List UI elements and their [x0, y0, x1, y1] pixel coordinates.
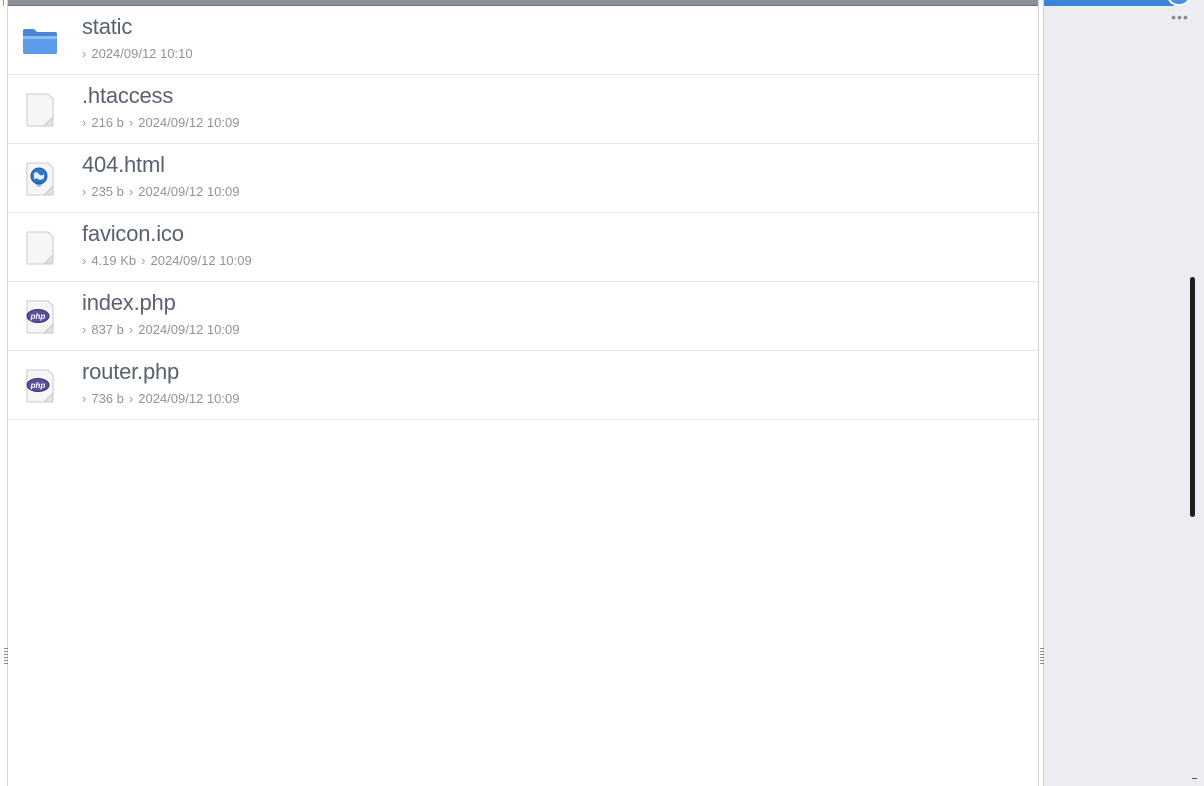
- chevron-right-icon: ›: [82, 253, 87, 268]
- chevron-right-icon: ›: [128, 391, 134, 406]
- right-panel-accent-bar: [1044, 0, 1174, 6]
- php-file-icon: php: [22, 368, 58, 404]
- file-name: .htaccess: [82, 83, 174, 108]
- file-modified-date: 2024/09/12 10:09: [138, 184, 240, 199]
- file-name: favicon.ico: [82, 221, 184, 246]
- file-list-panel: static › 2024/09/12 10:10 .htaccess › 216 b › 2…: [8, 0, 1039, 786]
- resize-corner: [1192, 778, 1197, 779]
- file-meta: › 736 b › 2024/09/12 10:09: [82, 391, 239, 406]
- file-size: 837 b: [91, 322, 124, 337]
- file-row[interactable]: php index.php › 837 b › 2024/09/12 10:09: [8, 282, 1038, 351]
- file-meta: › 235 b › 2024/09/12 10:09: [82, 184, 239, 199]
- file-meta: › 2024/09/12 10:10: [82, 46, 193, 61]
- file-modified-date: 2024/09/12 10:10: [91, 46, 193, 61]
- file-row[interactable]: php router.php › 736 b › 2024/09/12 10:09: [8, 351, 1038, 420]
- file-name: router.php: [82, 359, 180, 384]
- file-meta: › 837 b › 2024/09/12 10:09: [82, 322, 239, 337]
- file-size: 736 b: [91, 391, 124, 406]
- file-meta: › 216 b › 2024/09/12 10:09: [82, 115, 239, 130]
- file-row[interactable]: 404.html › 235 b › 2024/09/12 10:09: [8, 144, 1038, 213]
- file-manager-window: static › 2024/09/12 10:10 .htaccess › 216 b › 2…: [0, 0, 1204, 786]
- file-name: 404.html: [82, 152, 165, 177]
- chevron-right-icon: ›: [128, 115, 134, 130]
- file-modified-date: 2024/09/12 10:09: [138, 322, 240, 337]
- file-size: 216 b: [91, 115, 124, 130]
- left-collapsed-panel: [0, 0, 8, 786]
- chevron-right-icon: ›: [82, 391, 87, 406]
- scrollbar-thumb[interactable]: [1190, 277, 1195, 517]
- html-file-icon: [22, 161, 58, 197]
- blank-file-icon: [22, 92, 58, 128]
- file-name: index.php: [82, 290, 176, 315]
- svg-text:php: php: [30, 381, 46, 390]
- folder-icon: [22, 23, 58, 59]
- left-panel-tick: [3, 0, 4, 6]
- file-size: 4.19 Kb: [91, 253, 137, 268]
- file-meta: › 4.19 Kb › 2024/09/12 10:09: [82, 253, 252, 268]
- svg-text:php: php: [30, 312, 46, 321]
- file-size: 235 b: [91, 184, 124, 199]
- file-modified-date: 2024/09/12 10:09: [150, 253, 252, 268]
- file-list: static › 2024/09/12 10:10 .htaccess › 216 b › 2…: [8, 6, 1038, 420]
- chevron-right-icon: ›: [82, 46, 87, 61]
- chevron-right-icon: ›: [128, 322, 134, 337]
- blank-file-icon: [22, 230, 58, 266]
- chevron-right-icon: ›: [82, 115, 87, 130]
- file-modified-date: 2024/09/12 10:09: [138, 115, 240, 130]
- file-row[interactable]: favicon.ico › 4.19 Kb › 2024/09/12 10:09: [8, 213, 1038, 282]
- chevron-right-icon: ›: [82, 322, 87, 337]
- file-row[interactable]: .htaccess › 216 b › 2024/09/12 10:09: [8, 75, 1038, 144]
- more-options-button[interactable]: •••: [1168, 10, 1192, 24]
- chevron-right-icon: ›: [141, 253, 146, 268]
- file-row[interactable]: static › 2024/09/12 10:10: [8, 6, 1038, 75]
- file-name: static: [82, 14, 133, 39]
- file-modified-date: 2024/09/12 10:09: [138, 391, 240, 406]
- chevron-right-icon: ›: [82, 184, 87, 199]
- chevron-right-icon: ›: [128, 184, 134, 199]
- right-sidebar-panel: •••: [1044, 0, 1204, 786]
- php-file-icon: php: [22, 299, 58, 335]
